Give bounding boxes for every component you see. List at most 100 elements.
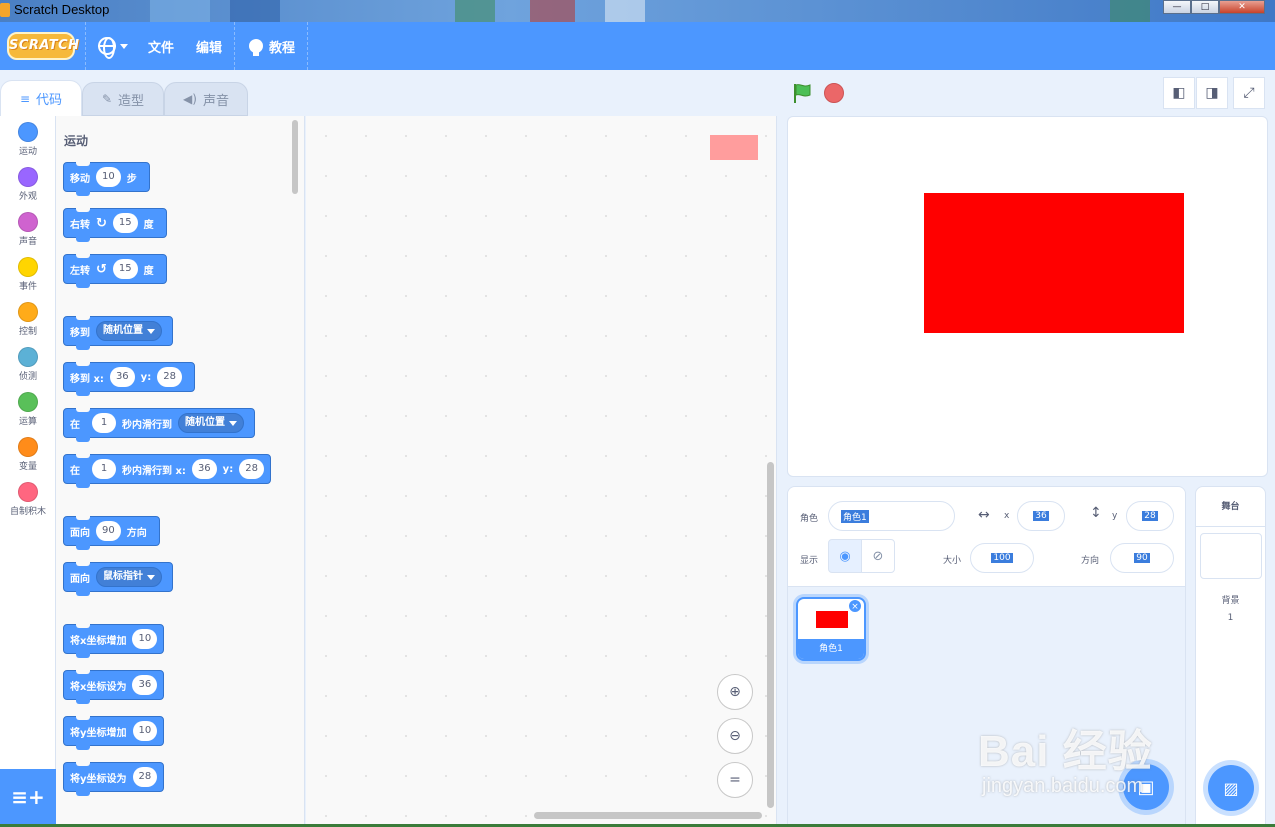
category-operators[interactable]: 运算	[0, 392, 56, 427]
category-dot	[18, 212, 38, 232]
sprite-name-label: 角色	[800, 514, 819, 524]
block-set-x[interactable]: 将x坐标设为 36	[63, 670, 165, 704]
palette-scrollbar[interactable]	[292, 120, 298, 194]
scratch-logo[interactable]: SCRATCH	[7, 32, 79, 60]
block-number-input[interactable]: 36	[132, 675, 158, 695]
block-change-x[interactable]: 将x坐标增加 10	[63, 624, 165, 658]
direction-field[interactable]: 90	[1110, 543, 1174, 573]
green-flag-icon[interactable]	[791, 82, 813, 104]
direction-value: 90	[1134, 553, 1150, 563]
zoom-reset-button[interactable]: =	[717, 762, 753, 798]
category-label: 控制	[18, 327, 37, 337]
workspace-vertical-scrollbar[interactable]	[767, 462, 774, 808]
zoom-in-button[interactable]: ⊕	[717, 674, 753, 710]
size-field[interactable]: 100	[970, 543, 1034, 573]
block-point-towards[interactable]: 面向 鼠标指针	[63, 562, 173, 596]
delete-sprite-icon[interactable]: ×	[848, 599, 862, 613]
zoom-out-button[interactable]: ⊖	[717, 718, 753, 754]
category-label: 运动	[18, 147, 37, 157]
zoom-out-icon: ⊖	[729, 728, 741, 744]
code-workspace[interactable]: ⊕ ⊖ =	[306, 116, 777, 824]
block-change-y[interactable]: 将y坐标增加 10	[63, 716, 165, 750]
block-move-steps[interactable]: 移动 10 步	[63, 162, 150, 196]
size-label: 大小	[943, 556, 962, 566]
block-number-input[interactable]: 10	[96, 167, 121, 187]
stop-icon[interactable]	[824, 83, 844, 103]
block-turn-left[interactable]: 左转 ↺ 15 度	[63, 254, 167, 288]
brush-icon: ✎	[101, 92, 113, 106]
category-events[interactable]: 事件	[0, 257, 56, 292]
block-number-input[interactable]: 1	[92, 459, 116, 479]
block-glide-xy[interactable]: 在 1 秒内滑行到 x: 36 y: 28	[63, 454, 271, 488]
block-dropdown[interactable]: 随机位置	[96, 321, 162, 341]
dropdown-value: 随机位置	[185, 417, 225, 428]
tutorials-menu[interactable]: 教程	[235, 22, 307, 70]
sprite-name-field[interactable]: 角色1	[828, 501, 955, 531]
add-backdrop-button[interactable]: ▨	[1208, 765, 1254, 811]
minimize-button[interactable]: —	[1163, 0, 1191, 14]
chevron-down-icon	[147, 328, 155, 334]
block-number-input[interactable]: 28	[132, 767, 158, 787]
category-my-blocks[interactable]: 自制积木	[0, 482, 56, 517]
workspace-horizontal-scrollbar[interactable]	[534, 812, 762, 819]
block-number-input[interactable]: 10	[132, 629, 158, 649]
close-button[interactable]: ✕	[1219, 0, 1265, 14]
show-label: 显示	[800, 556, 819, 566]
window-title: Scratch Desktop	[14, 2, 110, 17]
category-dot	[18, 437, 38, 457]
block-number-input[interactable]: 28	[239, 459, 264, 479]
block-goto-xy[interactable]: 移到 x: 36 y: 28	[63, 362, 195, 396]
add-extension-button[interactable]: ≡+	[0, 769, 56, 824]
y-field[interactable]: 28	[1126, 501, 1174, 531]
tab-costumes[interactable]: ✎ 造型	[82, 82, 164, 116]
block-number-input[interactable]: 36	[191, 459, 217, 479]
x-field[interactable]: 36	[1017, 501, 1065, 531]
language-menu[interactable]	[86, 22, 136, 70]
category-label: 外观	[18, 192, 37, 202]
block-text: 右转	[70, 219, 90, 231]
small-stage-button[interactable]: ◧	[1163, 77, 1195, 109]
tab-code[interactable]: ≡ 代码	[0, 80, 82, 116]
block-glide[interactable]: 在 1 秒内滑行到 随机位置	[63, 408, 255, 442]
stage-canvas[interactable]	[787, 116, 1268, 477]
normal-stage-button[interactable]: ◨	[1196, 77, 1228, 109]
block-number-input[interactable]: 1	[92, 413, 116, 433]
block-text: 秒内滑行到 x:	[122, 465, 186, 477]
fullscreen-icon: ⤢	[1243, 85, 1255, 101]
block-set-y[interactable]: 将y坐标设为 28	[63, 762, 165, 796]
hide-sprite-button[interactable]: ⊘	[861, 539, 895, 573]
category-motion[interactable]: 运动	[0, 122, 56, 157]
sprite-rectangle[interactable]	[924, 193, 1184, 333]
category-control[interactable]: 控制	[0, 302, 56, 337]
category-sound[interactable]: 声音	[0, 212, 56, 247]
block-turn-right[interactable]: 右转 ↻ 15 度	[63, 208, 167, 242]
block-number-input[interactable]: 90	[96, 521, 121, 541]
tab-sounds[interactable]: ◀) 声音	[164, 82, 248, 116]
y-value: 28	[1142, 511, 1158, 521]
fullscreen-button[interactable]: ⤢	[1233, 77, 1265, 109]
lightbulb-icon	[249, 39, 264, 56]
block-dropdown[interactable]: 鼠标指针	[96, 567, 162, 587]
block-number-input[interactable]: 36	[109, 367, 135, 387]
block-dropdown[interactable]: 随机位置	[178, 413, 244, 433]
block-goto[interactable]: 移到 随机位置	[63, 316, 173, 350]
block-point-direction[interactable]: 面向 90 方向	[63, 516, 160, 550]
block-text: 度	[143, 265, 154, 277]
category-sensing[interactable]: 侦测	[0, 347, 56, 382]
block-palette: 运动 移动 10 步 右转 ↻ 15 度 左转 ↺ 15 度 移到 随机位置 移…	[56, 116, 305, 824]
block-number-input[interactable]: 28	[157, 367, 182, 387]
sprite-info-panel: 角色 角色1 ↔ x 36 ↕ y 28 显示 ◉ ⊘ 大小 100 方向 90	[788, 487, 1185, 587]
file-menu[interactable]: 文件	[136, 22, 186, 70]
show-sprite-button[interactable]: ◉	[828, 539, 862, 573]
edit-menu[interactable]: 编辑	[186, 22, 234, 70]
category-variables[interactable]: 变量	[0, 437, 56, 472]
block-number-input[interactable]: 15	[112, 213, 138, 233]
block-number-input[interactable]: 15	[112, 259, 138, 279]
category-looks[interactable]: 外观	[0, 167, 56, 202]
app-icon	[0, 3, 10, 17]
block-number-input[interactable]: 10	[132, 721, 158, 741]
eye-icon: ◉	[839, 548, 851, 564]
category-label: 事件	[18, 282, 37, 292]
maximize-button[interactable]: □	[1191, 0, 1219, 14]
menu-bar: SCRATCH 文件 编辑 教程	[0, 22, 1275, 70]
